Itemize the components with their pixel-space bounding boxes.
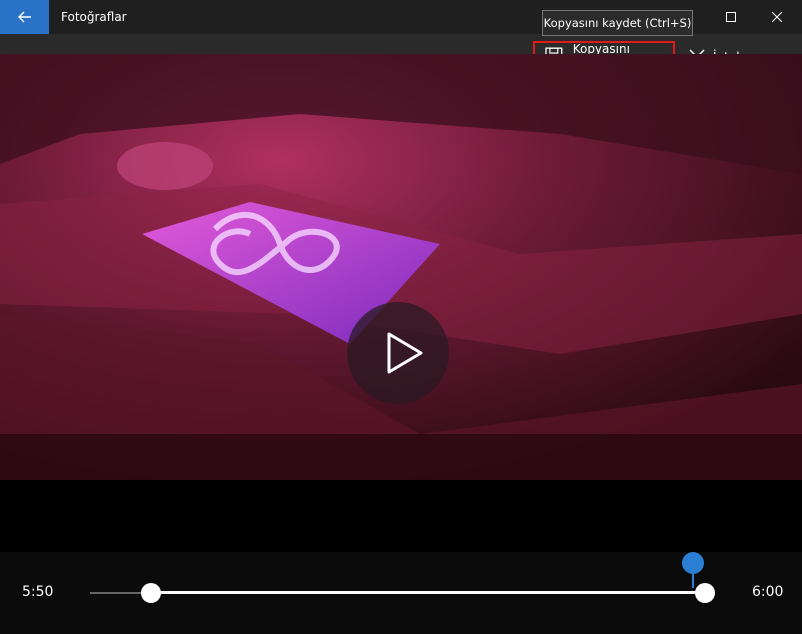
trim-end-handle[interactable] — [695, 583, 715, 603]
app-title: Fotoğraflar — [61, 10, 127, 24]
trim-start-handle[interactable] — [141, 583, 161, 603]
playhead-line — [692, 572, 694, 588]
back-button[interactable] — [0, 0, 49, 34]
end-time: 6:00 — [752, 584, 784, 600]
close-icon — [772, 12, 782, 22]
playhead-handle[interactable] — [682, 552, 704, 574]
play-button[interactable] — [346, 301, 450, 405]
arrow-left-icon — [17, 11, 31, 23]
arena-concert-image — [0, 54, 802, 480]
start-time: 5:50 — [22, 584, 54, 600]
play-icon — [347, 302, 449, 404]
close-window-button[interactable] — [754, 0, 800, 34]
save-copy-tooltip: Kopyasını kaydet (Ctrl+S) — [542, 10, 693, 36]
maximize-button[interactable] — [708, 0, 754, 34]
maximize-icon — [726, 12, 736, 22]
trim-selection — [151, 591, 705, 594]
